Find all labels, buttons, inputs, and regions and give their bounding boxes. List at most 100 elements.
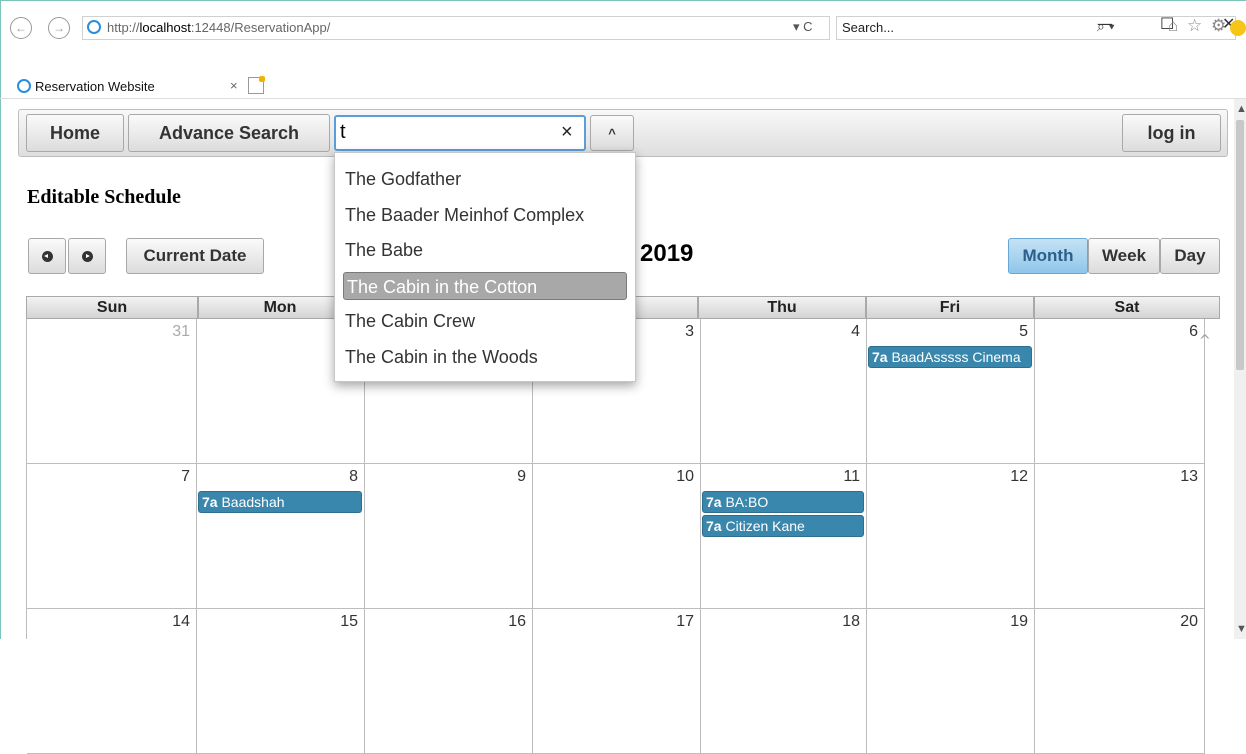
calendar-day-cell[interactable]: 16 xyxy=(365,609,533,754)
dropdown-toggle-button[interactable]: ^ xyxy=(590,115,634,151)
address-url[interactable]: http://localhost:12448/ReservationApp/ xyxy=(107,20,330,35)
autocomplete-item[interactable]: The Godfather xyxy=(345,165,461,193)
calendar-day-cell[interactable]: 15 xyxy=(197,609,365,754)
calendar-scrollbar[interactable] xyxy=(1204,320,1220,639)
event-title: BaadAsssss Cinema xyxy=(891,349,1021,365)
calendar-day-cell[interactable]: 18 xyxy=(701,609,867,754)
window-border-left xyxy=(0,0,1,639)
movie-search-input[interactable] xyxy=(340,119,550,145)
autocomplete-item[interactable]: The Cabin in the Cotton xyxy=(343,271,627,300)
day-number: 20 xyxy=(1180,613,1198,630)
event-title: BA:BO xyxy=(725,494,769,510)
day-number: 9 xyxy=(517,468,526,485)
calendar-day-cell[interactable]: 8 xyxy=(197,464,365,609)
next-arrow-icon xyxy=(81,250,93,262)
new-tab-icon[interactable] xyxy=(248,76,265,94)
day-number: 3 xyxy=(685,323,694,340)
login-button[interactable]: log in xyxy=(1122,114,1221,152)
home-button[interactable]: Home xyxy=(26,114,124,152)
calendar-event[interactable]: 7a Baadshah xyxy=(198,491,362,513)
calendar-day-cell[interactable]: 9 xyxy=(365,464,533,609)
search-icon[interactable]: ⌕ ▾ xyxy=(1097,18,1115,35)
chevron-up-icon: ^ xyxy=(608,125,616,141)
calendar-day-cell[interactable]: 19 xyxy=(867,609,1035,754)
window-border-top xyxy=(0,0,1246,1)
calendar-event[interactable]: 7a BA:BO xyxy=(702,491,864,513)
calendar-day-cell[interactable]: 5 xyxy=(867,319,1035,464)
current-date-button[interactable]: Current Date xyxy=(126,238,264,274)
day-name-header: Fri xyxy=(866,296,1034,319)
autocomplete-item[interactable]: The Baader Meinhof Complex xyxy=(345,201,584,229)
tab-title: Reservation Website xyxy=(35,79,155,94)
refresh-icon[interactable]: ▾ C xyxy=(793,19,813,35)
autocomplete-item[interactable]: The Babe xyxy=(345,236,423,264)
calendar-title: 2019 xyxy=(640,240,694,267)
next-button[interactable] xyxy=(68,238,106,274)
day-name-header: Thu xyxy=(698,296,866,319)
day-number: 16 xyxy=(508,613,526,630)
day-view-button[interactable]: Day xyxy=(1160,238,1220,274)
tab-close-icon[interactable]: × xyxy=(230,78,238,93)
clear-search-icon[interactable]: × xyxy=(561,121,573,144)
event-time: 7a xyxy=(706,494,722,510)
feedback-smiley-icon[interactable] xyxy=(1230,20,1246,36)
event-title: Baadshah xyxy=(221,494,285,510)
day-number: 11 xyxy=(843,468,860,485)
page-title: Editable Schedule xyxy=(27,186,181,208)
calendar-day-cell[interactable]: 7 xyxy=(27,464,197,609)
day-number: 19 xyxy=(1010,613,1028,630)
day-number: 6 xyxy=(1189,323,1198,340)
calendar-day-cell[interactable]: 4 xyxy=(701,319,867,464)
event-time: 7a xyxy=(202,494,218,510)
forward-button[interactable]: → xyxy=(48,17,70,39)
url-host: localhost xyxy=(139,20,191,35)
calendar-day-cell[interactable]: 17 xyxy=(533,609,701,754)
url-scheme: http:// xyxy=(107,20,140,35)
month-view-button[interactable]: Month xyxy=(1008,238,1088,274)
day-number: 12 xyxy=(1010,468,1028,485)
day-number: 5 xyxy=(1019,323,1028,340)
scroll-down-icon[interactable]: ▼ xyxy=(1236,623,1246,635)
day-number: 13 xyxy=(1180,468,1198,485)
day-number: 10 xyxy=(676,468,694,485)
prev-button[interactable] xyxy=(28,238,66,274)
day-number: 18 xyxy=(842,613,860,630)
day-number: 17 xyxy=(676,613,694,630)
event-title: Citizen Kane xyxy=(725,518,805,534)
day-number: 14 xyxy=(172,613,190,630)
autocomplete-item[interactable]: The Cabin Crew xyxy=(345,307,475,335)
toolbar-icons[interactable]: ⌂ ☆ ⚙ xyxy=(1168,16,1228,36)
calendar-event[interactable]: 7a Citizen Kane xyxy=(702,515,864,537)
day-name-header: Sun xyxy=(26,296,198,319)
calendar-day-cell[interactable]: 31 xyxy=(27,319,197,464)
calendar-day-cell[interactable]: 20 xyxy=(1035,609,1205,754)
back-arrow-icon: ← xyxy=(15,21,27,35)
event-time: 7a xyxy=(706,518,722,534)
calendar-day-cell[interactable]: 12 xyxy=(867,464,1035,609)
tab-ie-icon xyxy=(17,79,31,93)
calendar-day-cell[interactable]: 10 xyxy=(533,464,701,609)
forward-arrow-icon: → xyxy=(53,21,65,35)
day-name-header: Sat xyxy=(1034,296,1220,319)
scroll-up-icon[interactable]: ▲ xyxy=(1236,103,1246,115)
day-number: 8 xyxy=(349,468,358,485)
calendar-event[interactable]: 7a BaadAsssss Cinema xyxy=(868,346,1032,368)
browser-search-placeholder: Search... xyxy=(842,20,895,35)
advance-search-button[interactable]: Advance Search xyxy=(128,114,330,152)
autocomplete-item[interactable]: The Cabin in the Woods xyxy=(345,343,538,371)
week-view-button[interactable]: Week xyxy=(1088,238,1160,274)
page-scrollbar-thumb[interactable] xyxy=(1236,120,1244,370)
day-number: 31 xyxy=(172,323,190,340)
day-number: 15 xyxy=(340,613,358,630)
day-number: 7 xyxy=(181,468,190,485)
url-path: :12448/ReservationApp/ xyxy=(190,20,331,35)
back-button[interactable]: ← xyxy=(10,17,32,39)
calendar-day-cell[interactable]: 13 xyxy=(1035,464,1205,609)
event-time: 7a xyxy=(872,349,888,365)
scroll-up-icon[interactable]: ^ xyxy=(1199,333,1211,349)
day-number: 4 xyxy=(851,323,860,340)
calendar-day-cell[interactable]: 6 xyxy=(1035,319,1205,464)
prev-arrow-icon xyxy=(41,250,53,262)
calendar-day-cell[interactable]: 14 xyxy=(27,609,197,754)
tab-divider xyxy=(0,98,1246,99)
